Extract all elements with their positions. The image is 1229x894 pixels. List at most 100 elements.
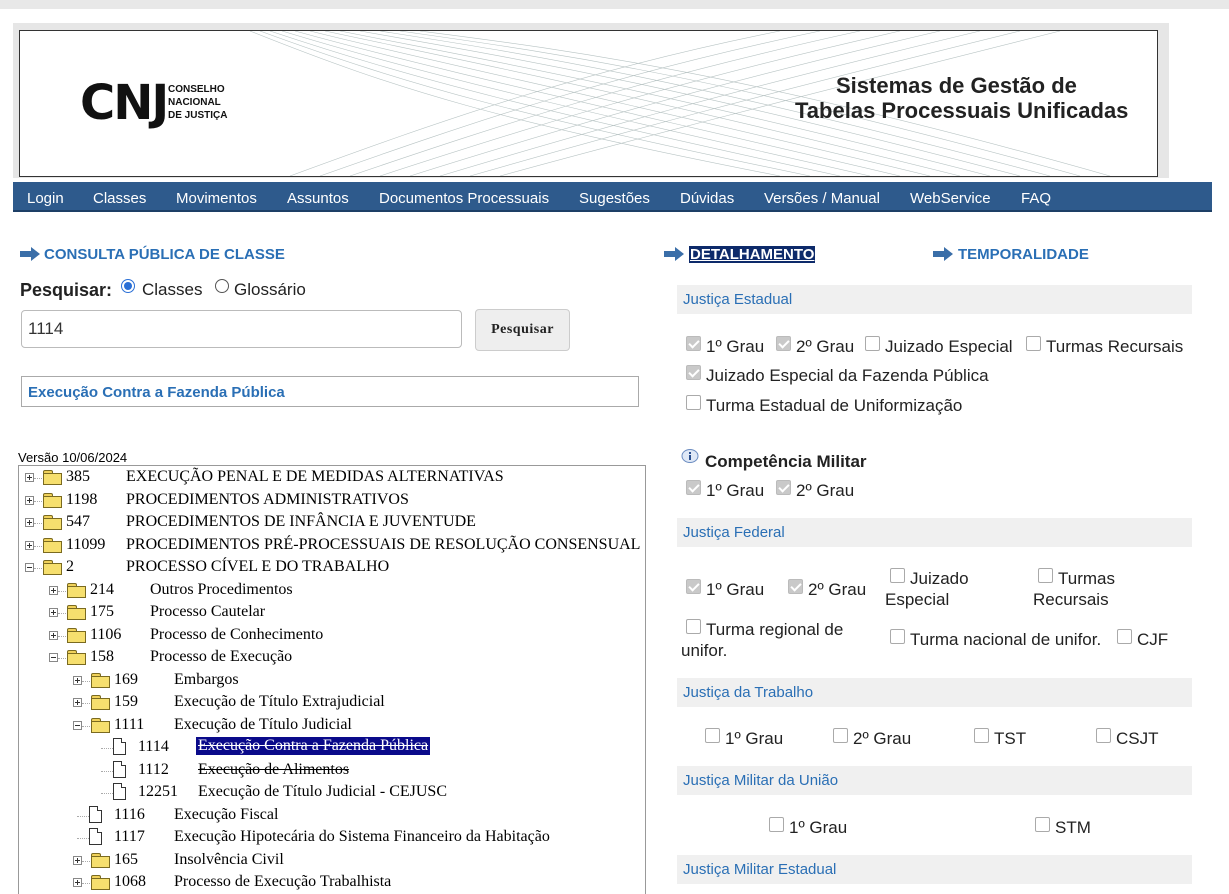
tree-row[interactable]: 1112 Execução de Alimentos bbox=[19, 760, 645, 782]
tree-row[interactable]: 1198 PROCEDIMENTOS ADMINISTRATIVOS bbox=[19, 490, 645, 512]
tree-label[interactable]: Execução Contra a Fazenda Pública bbox=[196, 737, 431, 755]
checkbox-estadual-2grau[interactable] bbox=[776, 336, 791, 351]
checkbox-label: Turmas Recursais bbox=[1046, 337, 1184, 356]
checkbox-trabalho-tst[interactable] bbox=[974, 728, 989, 743]
checkbox-trabalho-csjt[interactable] bbox=[1096, 728, 1111, 743]
nav-documentos[interactable]: Documentos Processuais bbox=[379, 190, 549, 207]
checkbox-federal-1grau[interactable] bbox=[686, 579, 701, 594]
nav-login[interactable]: Login bbox=[27, 190, 64, 207]
tree-label[interactable]: Processo de Execução bbox=[150, 648, 292, 666]
tree-label[interactable]: EXECUÇÃO PENAL E DE MEDIDAS ALTERNATIVAS bbox=[126, 468, 504, 486]
checkbox-estadual-turmas[interactable] bbox=[1026, 336, 1041, 351]
tree-row[interactable]: 547 PROCEDIMENTOS DE INFÂNCIA E JUVENTUDE bbox=[19, 512, 645, 534]
radio-glossario[interactable] bbox=[215, 279, 229, 293]
tree-label[interactable]: Outros Procedimentos bbox=[150, 581, 293, 599]
checkbox-label: Turma Estadual de Uniformização bbox=[706, 396, 963, 415]
expand-toggle-icon[interactable] bbox=[49, 608, 58, 617]
collapse-toggle-icon[interactable] bbox=[49, 653, 58, 662]
tree-row[interactable]: 1116 Execução Fiscal bbox=[19, 805, 645, 827]
tree-label[interactable]: Embargos bbox=[174, 671, 239, 689]
nav-assuntos[interactable]: Assuntos bbox=[287, 190, 349, 207]
document-icon bbox=[113, 738, 126, 755]
checkbox-estadual-fazenda[interactable] bbox=[686, 365, 701, 380]
nav-faq[interactable]: FAQ bbox=[1021, 190, 1051, 207]
tree-code: 175 bbox=[90, 603, 114, 620]
collapse-toggle-icon[interactable] bbox=[73, 720, 82, 730]
tree-row[interactable]: 175 Processo Cautelar bbox=[19, 602, 645, 624]
expand-toggle-icon[interactable] bbox=[49, 585, 58, 595]
tree-row[interactable]: 2 PROCESSO CÍVEL E DO TRABALHO bbox=[19, 557, 645, 579]
tree-label[interactable]: PROCEDIMENTOS PRÉ-PROCESSUAIS DE RESOLUÇ… bbox=[126, 536, 640, 554]
nav-movimentos[interactable]: Movimentos bbox=[176, 190, 257, 207]
nav-versoes[interactable]: Versões / Manual bbox=[764, 190, 880, 207]
expand-toggle-icon[interactable] bbox=[25, 540, 34, 550]
tree-row[interactable]: 158 Processo de Execução bbox=[19, 647, 645, 669]
tree-row[interactable]: 11099 PROCEDIMENTOS PRÉ-PROCESSUAIS DE RE… bbox=[19, 535, 645, 557]
nav-webservice[interactable]: WebService bbox=[910, 190, 991, 207]
folder-open-icon bbox=[91, 717, 110, 733]
radio-classes[interactable] bbox=[121, 279, 135, 293]
checkbox-trabalho-2grau[interactable] bbox=[833, 728, 848, 743]
checkbox-estadual-juizado[interactable] bbox=[865, 336, 880, 351]
search-button[interactable]: Pesquisar bbox=[475, 309, 570, 351]
tree-label[interactable]: Processo de Execução Trabalhista bbox=[174, 873, 391, 891]
checkbox-uniao-1grau[interactable] bbox=[769, 817, 784, 832]
tree-label[interactable]: Execução de Título Extrajudicial bbox=[174, 693, 385, 711]
class-tree: 385 EXECUÇÃO PENAL E DE MEDIDAS ALTERNATI… bbox=[18, 465, 646, 894]
nav-sugestoes[interactable]: Sugestões bbox=[579, 190, 650, 207]
tree-label[interactable]: Insolvência Civil bbox=[174, 851, 284, 869]
result-box: Execução Contra a Fazenda Pública bbox=[21, 376, 639, 407]
checkbox-federal-cjf[interactable] bbox=[1117, 629, 1132, 644]
folder-icon bbox=[67, 582, 86, 598]
competencia-militar-title: Competência Militar bbox=[705, 452, 867, 471]
tree-row[interactable]: 1111 Execução de Título Judicial bbox=[19, 715, 645, 737]
expand-toggle-icon[interactable] bbox=[73, 878, 82, 887]
expand-toggle-icon[interactable] bbox=[25, 473, 34, 482]
tree-row[interactable]: 169 Embargos bbox=[19, 670, 645, 692]
tree-row[interactable]: 1068 Processo de Execução Trabalhista bbox=[19, 872, 645, 894]
checkbox-militar-1grau[interactable] bbox=[686, 480, 701, 495]
expand-toggle-icon[interactable] bbox=[73, 698, 82, 707]
tree-row[interactable]: 214 Outros Procedimentos bbox=[19, 580, 645, 602]
expand-toggle-icon[interactable] bbox=[25, 518, 34, 527]
checkbox-estadual-uniformizacao[interactable] bbox=[686, 395, 701, 410]
checkbox-estadual-1grau[interactable] bbox=[686, 336, 701, 351]
tree-label[interactable]: PROCEDIMENTOS DE INFÂNCIA E JUVENTUDE bbox=[126, 513, 476, 531]
checkbox-federal-nacional[interactable] bbox=[890, 629, 905, 644]
tree-label[interactable]: Execução Hipotecária do Sistema Financei… bbox=[174, 828, 550, 846]
result-link[interactable]: Execução Contra a Fazenda Pública bbox=[28, 384, 285, 401]
checkbox-uniao-stm[interactable] bbox=[1035, 817, 1050, 832]
expand-toggle-icon[interactable] bbox=[73, 675, 82, 685]
expand-toggle-icon[interactable] bbox=[73, 855, 82, 865]
tree-label[interactable]: Execução de Título Judicial - CEJUSC bbox=[198, 783, 447, 801]
checkbox-federal-2grau[interactable] bbox=[788, 579, 803, 594]
tree-row[interactable]: 165 Insolvência Civil bbox=[19, 850, 645, 872]
tree-row[interactable]: 1117 Execução Hipotecária do Sistema Fina… bbox=[19, 827, 645, 849]
tab-detalhamento[interactable]: DETALHAMENTO bbox=[689, 246, 816, 263]
tab-temporalidade[interactable]: TEMPORALIDADE bbox=[958, 246, 1089, 263]
checkbox-militar-2grau[interactable] bbox=[776, 480, 791, 495]
tree-row[interactable]: 385 EXECUÇÃO PENAL E DE MEDIDAS ALTERNATI… bbox=[19, 467, 645, 489]
tree-label[interactable]: PROCESSO CÍVEL E DO TRABALHO bbox=[126, 558, 389, 576]
collapse-toggle-icon[interactable] bbox=[25, 563, 34, 572]
expand-toggle-icon[interactable] bbox=[49, 630, 58, 640]
checkbox-trabalho-1grau[interactable] bbox=[705, 728, 720, 743]
label-line: Turma regional de bbox=[706, 620, 844, 639]
tree-label[interactable]: Execução de Alimentos bbox=[198, 761, 349, 779]
tree-label[interactable]: Execução Fiscal bbox=[174, 806, 278, 824]
tree-label[interactable]: Execução de Título Judicial bbox=[174, 716, 352, 734]
panel-title: Justiça Estadual bbox=[683, 291, 793, 308]
nav-duvidas[interactable]: Dúvidas bbox=[680, 190, 734, 207]
checkbox-label: CSJT bbox=[1116, 729, 1159, 748]
tree-row[interactable]: 1114 Execução Contra a Fazenda Pública bbox=[19, 737, 645, 759]
tree-label[interactable]: Processo Cautelar bbox=[150, 603, 265, 621]
search-input[interactable] bbox=[21, 310, 462, 348]
arrow-right-icon bbox=[933, 247, 953, 261]
tree-row[interactable]: 159 Execução de Título Extrajudicial bbox=[19, 692, 645, 714]
tree-label[interactable]: Processo de Conhecimento bbox=[150, 626, 323, 644]
tree-label[interactable]: PROCEDIMENTOS ADMINISTRATIVOS bbox=[126, 491, 409, 509]
tree-row[interactable]: 12251 Execução de Título Judicial - CEJUS… bbox=[19, 782, 645, 804]
nav-classes[interactable]: Classes bbox=[93, 190, 146, 207]
tree-row[interactable]: 1106 Processo de Conhecimento bbox=[19, 625, 645, 647]
expand-toggle-icon[interactable] bbox=[25, 495, 34, 505]
